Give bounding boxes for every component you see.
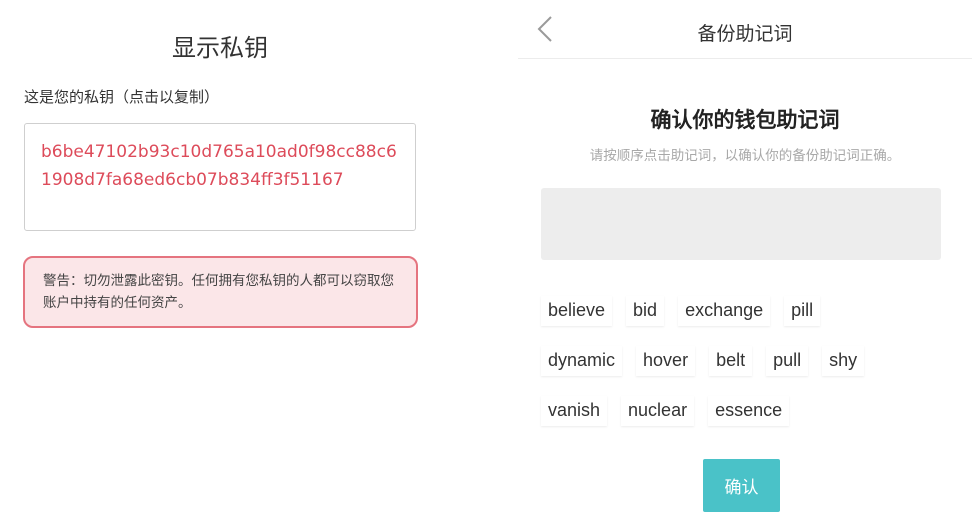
warning-box: 警告：切勿泄露此密钥。任何拥有您私钥的人都可以窃取您账户中持有的任何资产。: [23, 256, 418, 328]
page-title: 显示私钥: [172, 34, 268, 62]
private-key-label: 这是您的私钥（点击以复制）: [24, 88, 220, 106]
selected-words-area[interactable]: [541, 188, 941, 260]
word-row-2: dynamic hover belt pull shy: [541, 346, 951, 376]
word-options: believe bid exchange pill dynamic hover …: [541, 296, 951, 446]
word-chip[interactable]: exchange: [678, 296, 771, 326]
word-chip[interactable]: dynamic: [541, 346, 623, 376]
word-chip[interactable]: pull: [766, 346, 809, 376]
word-chip[interactable]: pill: [784, 296, 821, 326]
word-chip[interactable]: believe: [541, 296, 613, 326]
word-chip[interactable]: essence: [708, 396, 790, 426]
word-chip[interactable]: nuclear: [621, 396, 695, 426]
word-row-1: believe bid exchange pill: [541, 296, 951, 326]
confirm-heading: 确认你的钱包助记词: [650, 108, 840, 132]
word-row-3: vanish nuclear essence: [541, 396, 951, 426]
word-chip[interactable]: vanish: [541, 396, 608, 426]
word-chip[interactable]: belt: [709, 346, 753, 376]
word-chip[interactable]: hover: [636, 346, 696, 376]
nav-title: 备份助记词: [697, 23, 793, 45]
private-key-copy-box[interactable]: b6be47102b93c10d765a10ad0f98cc88c61908d7…: [24, 123, 416, 231]
word-chip[interactable]: shy: [822, 346, 865, 376]
confirm-instructions: 请按顺序点击助记词，以确认你的备份助记词正确。: [589, 148, 901, 164]
nav-bar: 备份助记词: [518, 0, 972, 59]
word-chip[interactable]: bid: [626, 296, 665, 326]
confirm-button[interactable]: 确认: [703, 459, 780, 512]
private-key-panel: 显示私钥 这是您的私钥（点击以复制） b6be47102b93c10d765a1…: [0, 0, 440, 531]
mnemonic-confirm-panel: 备份助记词 确认你的钱包助记词 请按顺序点击助记词，以确认你的备份助记词正确。 …: [518, 0, 972, 531]
